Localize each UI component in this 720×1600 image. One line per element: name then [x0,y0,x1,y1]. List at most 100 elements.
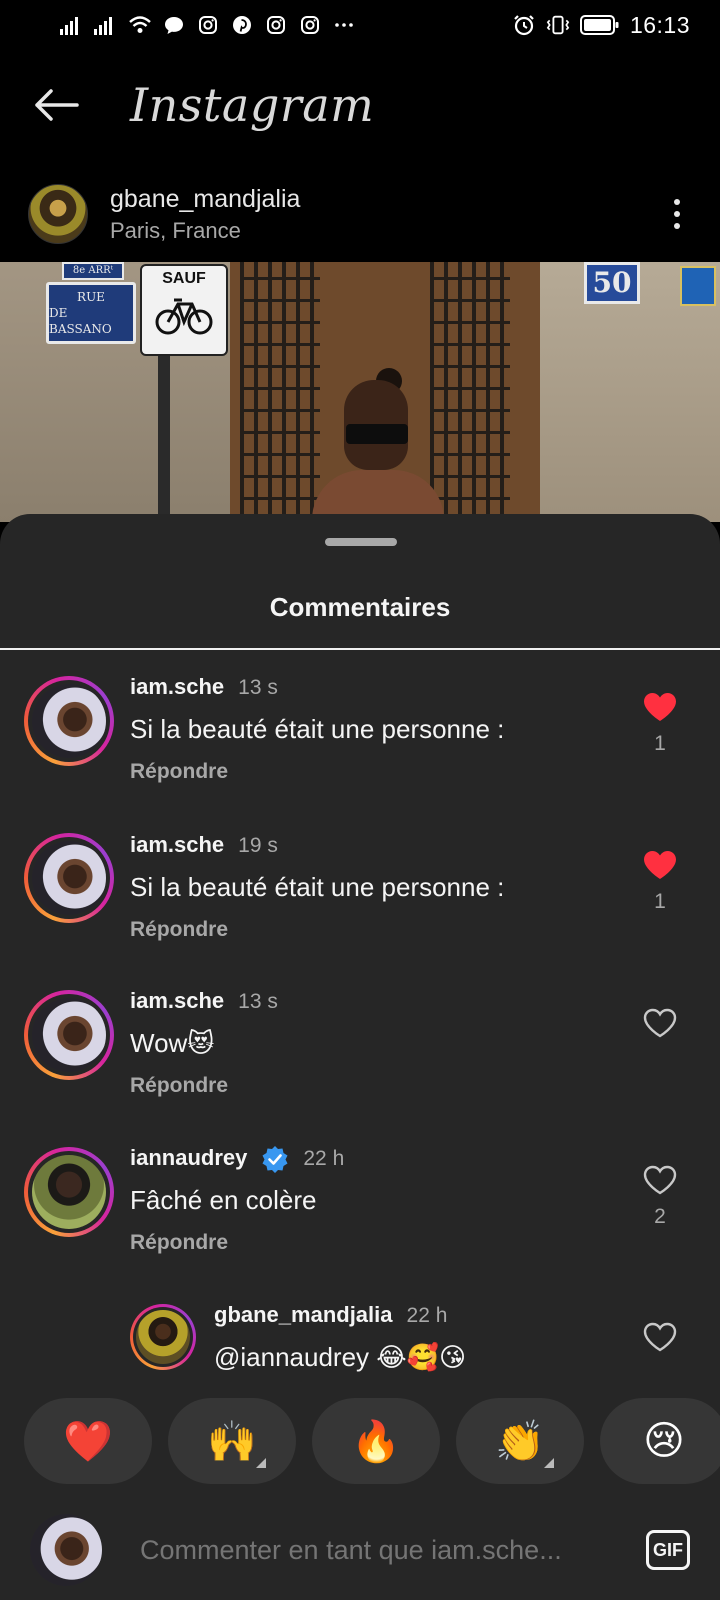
comment-time: 22 h [303,1147,345,1170]
current-user-avatar [30,1514,102,1586]
avatar [32,1155,106,1229]
ring-inner [28,994,110,1076]
post-author-avatar[interactable] [28,184,88,244]
comment-item: iannaudrey 22 h Fâché en colère Répondre… [0,1132,720,1292]
alarm-icon [512,13,536,37]
like-count: 1 [654,890,666,913]
story-ring[interactable] [24,833,114,923]
photo-sign-street: RUE DE BASSANO [46,282,136,344]
crying-face-emoji-icon: 😢 [643,1419,685,1463]
instagram-icon [298,13,322,37]
avatar [32,998,106,1072]
message-icon [162,13,186,37]
story-ring[interactable] [130,1304,196,1370]
reaction-raising-hands-button[interactable]: 🙌 [168,1398,296,1484]
like-button[interactable] [640,1322,680,1352]
comment-text: Fâché en colère [130,1185,317,1215]
back-button[interactable] [30,79,82,131]
like-button[interactable]: 1 [640,692,680,756]
more-dot [674,211,680,217]
more-dots-icon [674,199,680,205]
ring-inner [28,1151,110,1233]
heart-outline-icon [643,1008,677,1038]
heart-emoji-icon: ❤️ [63,1419,113,1464]
more-dot [674,223,680,229]
comment-item: iam.sche 19 s Si la beauté était une per… [0,812,720,972]
comment-username[interactable]: iam.sche [130,988,224,1014]
like-count: 2 [654,1205,666,1228]
photo-pole [158,356,170,522]
ring-inner [28,837,110,919]
more-options-button[interactable] [662,199,692,229]
instagram-icon [196,13,220,37]
comment-username[interactable]: gbane_mandjalia [214,1302,393,1328]
comment-time: 22 h [406,1304,448,1327]
comments-list[interactable]: iam.sche 13 s Si la beauté était une per… [0,652,720,1376]
comment-item: iam.sche 13 s Si la beauté était une per… [0,652,720,812]
comment-header: iam.sche 13 s [130,674,278,700]
raising-hands-emoji-icon: 🙌 [207,1419,257,1464]
comment-username[interactable]: iam.sche [130,674,224,700]
status-right: 16:13 [512,12,690,39]
reaction-heart-button[interactable]: ❤️ [24,1398,152,1484]
reply-button[interactable]: Répondre [130,1074,228,1098]
photo-sign-street-line2: DE BASSANO [49,306,112,336]
gif-label: GIF [653,1539,683,1560]
comment-time: 19 s [238,834,278,857]
post-location[interactable]: Paris, France [110,218,300,244]
instagram-logo: Instagram [130,78,375,132]
reaction-fire-button[interactable]: 🔥 [312,1398,440,1484]
comment-header: gbane_mandjalia 22 h [214,1302,447,1328]
sheet-drag-handle[interactable] [325,538,397,546]
reaction-crying-button[interactable]: 😢 [600,1398,720,1484]
post-photo[interactable]: 8e ARRᵗ RUE DE BASSANO SAUF 50 [0,262,720,522]
heart-filled-icon [644,851,676,879]
like-button[interactable]: 1 [640,850,680,914]
status-left [60,13,356,37]
like-button[interactable] [640,1008,680,1048]
comment-composer: GIF [0,1500,720,1600]
instagram-icon [264,13,288,37]
comment-text: Si la beauté était une personne : [130,872,505,902]
photo-figure-sunglasses [346,424,408,444]
avatar [32,684,106,758]
photo-space-invader [680,266,716,306]
wifi-icon [128,13,152,37]
gif-button[interactable]: GIF [646,1530,690,1570]
comment-input[interactable] [140,1534,610,1566]
verified-badge-icon [261,1145,289,1173]
reply-button[interactable]: Répondre [130,1231,228,1255]
comment-item: iam.sche 13 s Wow😻 Répondre [0,972,720,1132]
post-meta: gbane_mandjalia Paris, France [110,185,300,244]
signal-icon [60,13,84,37]
clock: 16:13 [629,11,690,38]
like-button[interactable]: 2 [640,1165,680,1229]
sheet-title: Commentaires [269,592,451,622]
reply-button[interactable]: Répondre [130,918,228,942]
skin-tone-indicator-icon [544,1458,554,1468]
ring-inner [28,680,110,762]
back-arrow-icon [35,89,79,121]
fire-emoji-icon: 🔥 [351,1419,401,1464]
reply-button[interactable]: Répondre [130,760,228,784]
heart-outline-icon [643,1165,677,1195]
status-bar: 16:13 [0,0,720,50]
photo-sign-sauf-text: SAUF [162,270,206,287]
heart-filled-icon [644,693,676,721]
comment-header: iannaudrey 22 h [130,1145,344,1173]
comment-username[interactable]: iam.sche [130,832,224,858]
comment-text: Wow😻 [130,1028,215,1058]
comment-text: @iannaudrey 😂🥰😘 [214,1342,467,1372]
photo-sign-street-line1: RUE [77,290,105,304]
story-ring[interactable] [24,1147,114,1237]
comment-username[interactable]: iannaudrey [130,1145,247,1171]
story-ring[interactable] [24,990,114,1080]
clapping-hands-emoji-icon: 👏 [495,1419,545,1464]
battery-icon [579,13,620,37]
story-ring[interactable] [24,676,114,766]
signal-icon [94,13,118,37]
avatar [32,841,106,915]
photo-sign-sauf: SAUF [140,264,228,356]
post-author-username[interactable]: gbane_mandjalia [110,185,300,214]
reaction-clapping-button[interactable]: 👏 [456,1398,584,1484]
